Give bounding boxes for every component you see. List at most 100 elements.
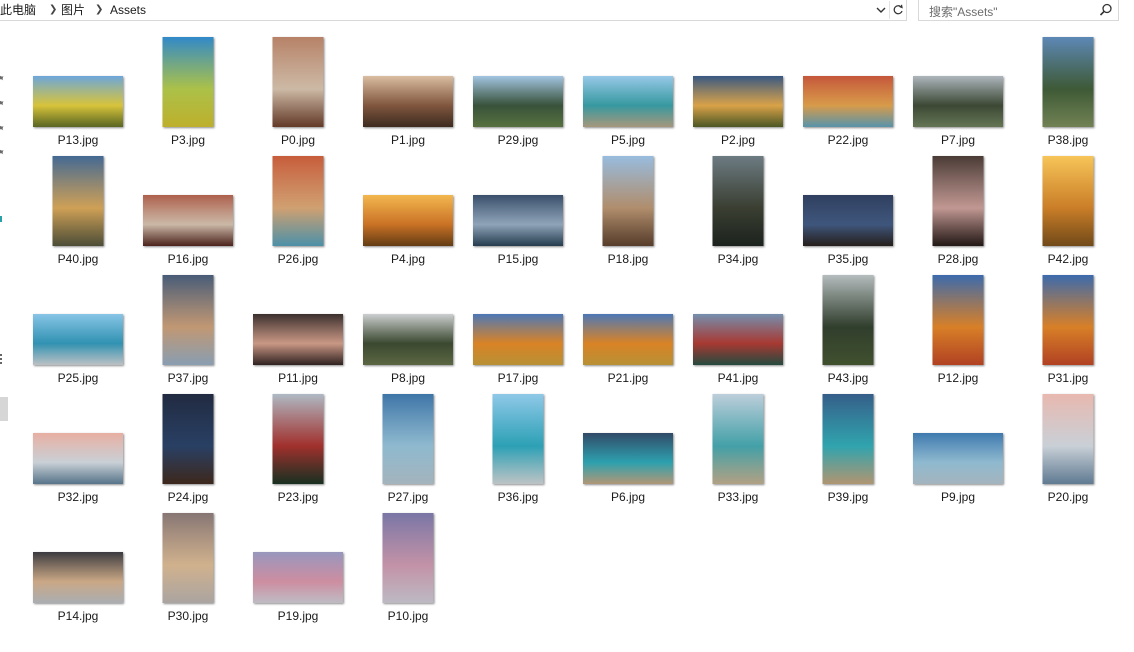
file-item[interactable]: P1.jpg bbox=[355, 35, 461, 149]
pin-icon[interactable]: ✦ bbox=[0, 146, 8, 159]
file-thumbnail bbox=[693, 314, 783, 365]
file-thumbnail bbox=[913, 76, 1003, 127]
file-thumbnail bbox=[473, 195, 563, 246]
file-thumbnail bbox=[1042, 394, 1094, 484]
file-name: P7.jpg bbox=[940, 133, 976, 147]
address-box[interactable]: 此电脑 ❯ 图片 ❯ Assets bbox=[0, 0, 907, 21]
file-item[interactable]: P7.jpg bbox=[905, 35, 1011, 149]
file-item[interactable]: P21.jpg bbox=[575, 273, 681, 387]
file-thumbnail bbox=[162, 275, 214, 365]
file-name: P1.jpg bbox=[390, 133, 426, 147]
file-item[interactable]: P41.jpg bbox=[685, 273, 791, 387]
file-thumbnail bbox=[52, 156, 104, 246]
file-item[interactable]: P3.jpg bbox=[135, 35, 241, 149]
file-item[interactable]: P37.jpg bbox=[135, 273, 241, 387]
breadcrumb-pictures[interactable]: 图片 bbox=[61, 3, 85, 17]
file-item[interactable]: P32.jpg bbox=[25, 392, 131, 506]
file-item[interactable]: P18.jpg bbox=[575, 154, 681, 268]
file-item[interactable]: P5.jpg bbox=[575, 35, 681, 149]
file-item[interactable]: P40.jpg bbox=[25, 154, 131, 268]
file-item[interactable]: P0.jpg bbox=[245, 35, 351, 149]
file-thumbnail bbox=[33, 433, 123, 484]
breadcrumb-this-pc[interactable]: 此电脑 bbox=[0, 3, 36, 17]
file-thumbnail bbox=[913, 433, 1003, 484]
file-thumbnail bbox=[382, 394, 434, 484]
file-item[interactable]: P31.jpg bbox=[1015, 273, 1121, 387]
file-name: P18.jpg bbox=[607, 252, 649, 266]
chevron-down-icon[interactable] bbox=[873, 1, 889, 19]
file-thumbnail bbox=[602, 156, 654, 246]
file-thumbnail bbox=[803, 76, 893, 127]
file-item[interactable]: P43.jpg bbox=[795, 273, 901, 387]
file-name: P28.jpg bbox=[937, 252, 979, 266]
file-item[interactable]: P22.jpg bbox=[795, 35, 901, 149]
file-thumbnail bbox=[162, 394, 214, 484]
file-item[interactable]: P6.jpg bbox=[575, 392, 681, 506]
file-name: P24.jpg bbox=[167, 490, 209, 504]
file-thumbnail bbox=[143, 195, 233, 246]
file-item[interactable]: P34.jpg bbox=[685, 154, 791, 268]
file-item[interactable]: P13.jpg bbox=[25, 35, 131, 149]
file-item[interactable]: P29.jpg bbox=[465, 35, 571, 149]
refresh-icon[interactable] bbox=[889, 1, 906, 19]
file-item[interactable]: P16.jpg bbox=[135, 154, 241, 268]
file-thumbnail bbox=[363, 314, 453, 365]
file-item[interactable]: P15.jpg bbox=[465, 154, 571, 268]
file-thumbnail bbox=[473, 76, 563, 127]
file-item[interactable]: P4.jpg bbox=[355, 154, 461, 268]
file-thumbnail bbox=[363, 195, 453, 246]
file-thumbnail bbox=[473, 314, 563, 365]
file-item[interactable]: P42.jpg bbox=[1015, 154, 1121, 268]
breadcrumb-assets[interactable]: Assets bbox=[110, 3, 146, 17]
file-item[interactable]: P20.jpg bbox=[1015, 392, 1121, 506]
file-item[interactable]: P8.jpg bbox=[355, 273, 461, 387]
file-item[interactable]: P10.jpg bbox=[355, 511, 461, 625]
file-name: P36.jpg bbox=[497, 490, 539, 504]
file-thumbnail bbox=[33, 76, 123, 127]
file-name: P9.jpg bbox=[940, 490, 976, 504]
file-item[interactable]: P9.jpg bbox=[905, 392, 1011, 506]
chevron-right-icon[interactable]: ❯ bbox=[95, 3, 103, 17]
file-item[interactable]: P35.jpg bbox=[795, 154, 901, 268]
pin-icon[interactable]: ✦ bbox=[0, 122, 8, 135]
file-item[interactable]: P38.jpg bbox=[1015, 35, 1121, 149]
file-item[interactable]: P2.jpg bbox=[685, 35, 791, 149]
file-item[interactable]: P19.jpg bbox=[245, 511, 351, 625]
file-item[interactable]: P23.jpg bbox=[245, 392, 351, 506]
file-item[interactable]: P39.jpg bbox=[795, 392, 901, 506]
file-item[interactable]: P12.jpg bbox=[905, 273, 1011, 387]
file-item[interactable]: P33.jpg bbox=[685, 392, 791, 506]
file-name: P22.jpg bbox=[827, 133, 869, 147]
search-icon[interactable] bbox=[1099, 3, 1113, 17]
file-thumbnail bbox=[1042, 275, 1094, 365]
file-name: P25.jpg bbox=[57, 371, 99, 385]
pin-icon[interactable]: ✦ bbox=[0, 97, 8, 110]
file-name: P27.jpg bbox=[387, 490, 429, 504]
file-thumbnail bbox=[822, 275, 874, 365]
file-item[interactable]: P26.jpg bbox=[245, 154, 351, 268]
file-item[interactable]: P30.jpg bbox=[135, 511, 241, 625]
file-item[interactable]: P25.jpg bbox=[25, 273, 131, 387]
file-item[interactable]: P24.jpg bbox=[135, 392, 241, 506]
file-item[interactable]: P28.jpg bbox=[905, 154, 1011, 268]
file-thumbnail bbox=[272, 37, 324, 127]
file-name: P2.jpg bbox=[720, 133, 756, 147]
file-thumbnail bbox=[932, 275, 984, 365]
file-name: P19.jpg bbox=[277, 609, 319, 623]
file-item[interactable]: P36.jpg bbox=[465, 392, 571, 506]
file-item[interactable]: P17.jpg bbox=[465, 273, 571, 387]
pin-icon[interactable]: ✦ bbox=[0, 72, 8, 85]
file-thumbnail bbox=[162, 37, 214, 127]
chevron-right-icon[interactable]: ❯ bbox=[49, 3, 57, 17]
file-name: P8.jpg bbox=[390, 371, 426, 385]
file-thumbnail bbox=[363, 76, 453, 127]
file-thumbnail bbox=[1042, 37, 1094, 127]
file-thumbnail bbox=[712, 394, 764, 484]
search-input[interactable]: 搜索"Assets" bbox=[918, 0, 1119, 21]
file-item[interactable]: P11.jpg bbox=[245, 273, 351, 387]
nav-scrollbar[interactable] bbox=[0, 397, 8, 421]
file-name: P14.jpg bbox=[57, 609, 99, 623]
address-bar: 此电脑 ❯ 图片 ❯ Assets 搜索"Assets" bbox=[0, 0, 1134, 22]
file-item[interactable]: P14.jpg bbox=[25, 511, 131, 625]
file-item[interactable]: P27.jpg bbox=[355, 392, 461, 506]
